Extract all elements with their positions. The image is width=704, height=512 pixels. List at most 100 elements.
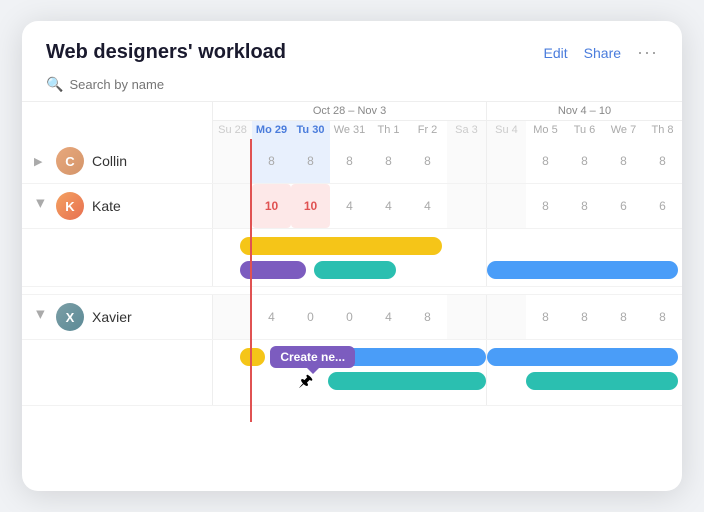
week2-header: Nov 4 – 10 Su 4 Mo 5 Tu 6 We 7 Th 8 <box>486 102 682 139</box>
collin-su28 <box>213 139 252 183</box>
collin-sa3 <box>447 139 486 183</box>
xavier-bars-week1: Create ne... 🖈 <box>212 340 486 405</box>
collin-su4 <box>487 139 526 183</box>
collin-we7: 8 <box>604 139 643 183</box>
name-cell-kate: ▶ K Kate <box>22 184 212 228</box>
gantt-body: ▶ C Collin 8 8 8 8 8 8 <box>22 139 682 422</box>
share-button[interactable]: Share <box>584 45 621 61</box>
kate-tu6: 8 <box>565 184 604 228</box>
name-kate: Kate <box>92 198 121 214</box>
kate-th1: 4 <box>369 184 408 228</box>
xavier-bar-teal-start[interactable] <box>328 372 486 390</box>
xavier-mo29: 4 <box>252 295 291 339</box>
kate-su4 <box>487 184 526 228</box>
more-options-button[interactable]: ··· <box>637 42 658 63</box>
week1-days: Su 28 Mo 29 Tu 30 We 31 Th 1 Fr 2 Sa 3 <box>213 121 486 139</box>
kate-bars-week1 <box>212 229 486 286</box>
day-mo29: Mo 29 <box>252 121 291 139</box>
xavier-mo5: 8 <box>526 295 565 339</box>
collin-th8: 8 <box>643 139 682 183</box>
row-xavier: ▶ X Xavier 4 0 0 4 8 8 8 8 <box>22 295 682 340</box>
week2-label: Nov 4 – 10 <box>487 102 682 121</box>
row-kate: ▶ K Kate 10 10 4 4 4 8 8 6 <box>22 184 682 229</box>
search-input[interactable] <box>69 77 209 92</box>
row-xavier-bars: Create ne... 🖈 <box>22 340 682 406</box>
xavier-sa3 <box>447 295 486 339</box>
header: Web designers' workload Edit Share ··· <box>22 21 682 72</box>
collin-we31: 8 <box>330 139 369 183</box>
day-th8: Th 8 <box>643 121 682 139</box>
xavier-tu6: 8 <box>565 295 604 339</box>
search-icon: 🔍 <box>46 76 63 93</box>
toggle-collin[interactable]: ▶ <box>34 155 48 168</box>
kate-we7: 6 <box>604 184 643 228</box>
gantt-header: Oct 28 – Nov 3 Su 28 Mo 29 Tu 30 We 31 T… <box>22 101 682 139</box>
spacer-kate-xavier <box>22 287 682 295</box>
collin-week1-cells: 8 8 8 8 8 <box>212 139 486 183</box>
xavier-we31: 0 <box>330 295 369 339</box>
header-actions: Edit Share ··· <box>544 42 658 63</box>
xavier-bar-blue-end[interactable] <box>487 348 678 366</box>
kate-th8: 6 <box>643 184 682 228</box>
kate-week1-cells: 10 10 4 4 4 <box>212 184 486 228</box>
toggle-xavier[interactable]: ▶ <box>35 310 48 324</box>
cursor-icon: 🖈 <box>298 370 313 397</box>
kate-sa3 <box>447 184 486 228</box>
day-we31: We 31 <box>330 121 369 139</box>
search-bar: 🔍 <box>22 72 682 101</box>
day-su4: Su 4 <box>487 121 526 139</box>
xavier-we7: 8 <box>604 295 643 339</box>
kate-bar-blue[interactable] <box>487 261 678 279</box>
xavier-bar-teal-end[interactable] <box>526 372 678 390</box>
week2-days: Su 4 Mo 5 Tu 6 We 7 Th 8 <box>487 121 682 139</box>
kate-bar-yellow[interactable] <box>240 237 442 255</box>
day-fr2: Fr 2 <box>408 121 447 139</box>
day-su28: Su 28 <box>213 121 252 139</box>
kate-we31: 4 <box>330 184 369 228</box>
day-tu30: Tu 30 <box>291 121 330 139</box>
name-cell-collin: ▶ C Collin <box>22 139 212 183</box>
collin-week2-cells: 8 8 8 8 <box>486 139 682 183</box>
bottom-spacer <box>22 406 682 422</box>
xavier-th1: 4 <box>369 295 408 339</box>
kate-bars-spacer <box>22 229 212 286</box>
xavier-bars-spacer <box>22 340 212 405</box>
week1-label: Oct 28 – Nov 3 <box>213 102 486 121</box>
day-sa3: Sa 3 <box>447 121 486 139</box>
name-collin: Collin <box>92 153 127 169</box>
xavier-su28 <box>213 295 252 339</box>
avatar-collin: C <box>56 147 84 175</box>
xavier-tu30: 0 <box>291 295 330 339</box>
kate-tu30: 10 <box>291 184 330 228</box>
kate-bars-week2 <box>486 229 682 286</box>
kate-bar-teal[interactable] <box>314 261 396 279</box>
xavier-su4 <box>487 295 526 339</box>
collin-mo5: 8 <box>526 139 565 183</box>
name-cell-xavier: ▶ X Xavier <box>22 295 212 339</box>
avatar-xavier: X <box>56 303 84 331</box>
kate-fr2: 4 <box>408 184 447 228</box>
week1-header: Oct 28 – Nov 3 Su 28 Mo 29 Tu 30 We 31 T… <box>212 102 486 139</box>
xavier-fr2: 8 <box>408 295 447 339</box>
xavier-bar-yellow[interactable] <box>240 348 265 366</box>
day-th1: Th 1 <box>369 121 408 139</box>
kate-mo5: 8 <box>526 184 565 228</box>
collin-th1: 8 <box>369 139 408 183</box>
page-title: Web designers' workload <box>46 41 286 64</box>
edit-button[interactable]: Edit <box>544 45 568 61</box>
collin-tu30: 8 <box>291 139 330 183</box>
day-mo5: Mo 5 <box>526 121 565 139</box>
collin-tu6: 8 <box>565 139 604 183</box>
xavier-week1-cells: 4 0 0 4 8 <box>212 295 486 339</box>
kate-week2-cells: 8 8 6 6 <box>486 184 682 228</box>
day-we7: We 7 <box>604 121 643 139</box>
kate-su28 <box>213 184 252 228</box>
workload-card: Web designers' workload Edit Share ··· 🔍… <box>22 21 682 491</box>
create-tooltip[interactable]: Create ne... <box>270 346 355 368</box>
toggle-kate[interactable]: ▶ <box>35 199 48 213</box>
collin-mo29: 8 <box>252 139 291 183</box>
kate-mo29: 10 <box>252 184 291 228</box>
gantt-container: Oct 28 – Nov 3 Su 28 Mo 29 Tu 30 We 31 T… <box>22 101 682 422</box>
collin-fr2: 8 <box>408 139 447 183</box>
today-red-line <box>250 139 252 422</box>
